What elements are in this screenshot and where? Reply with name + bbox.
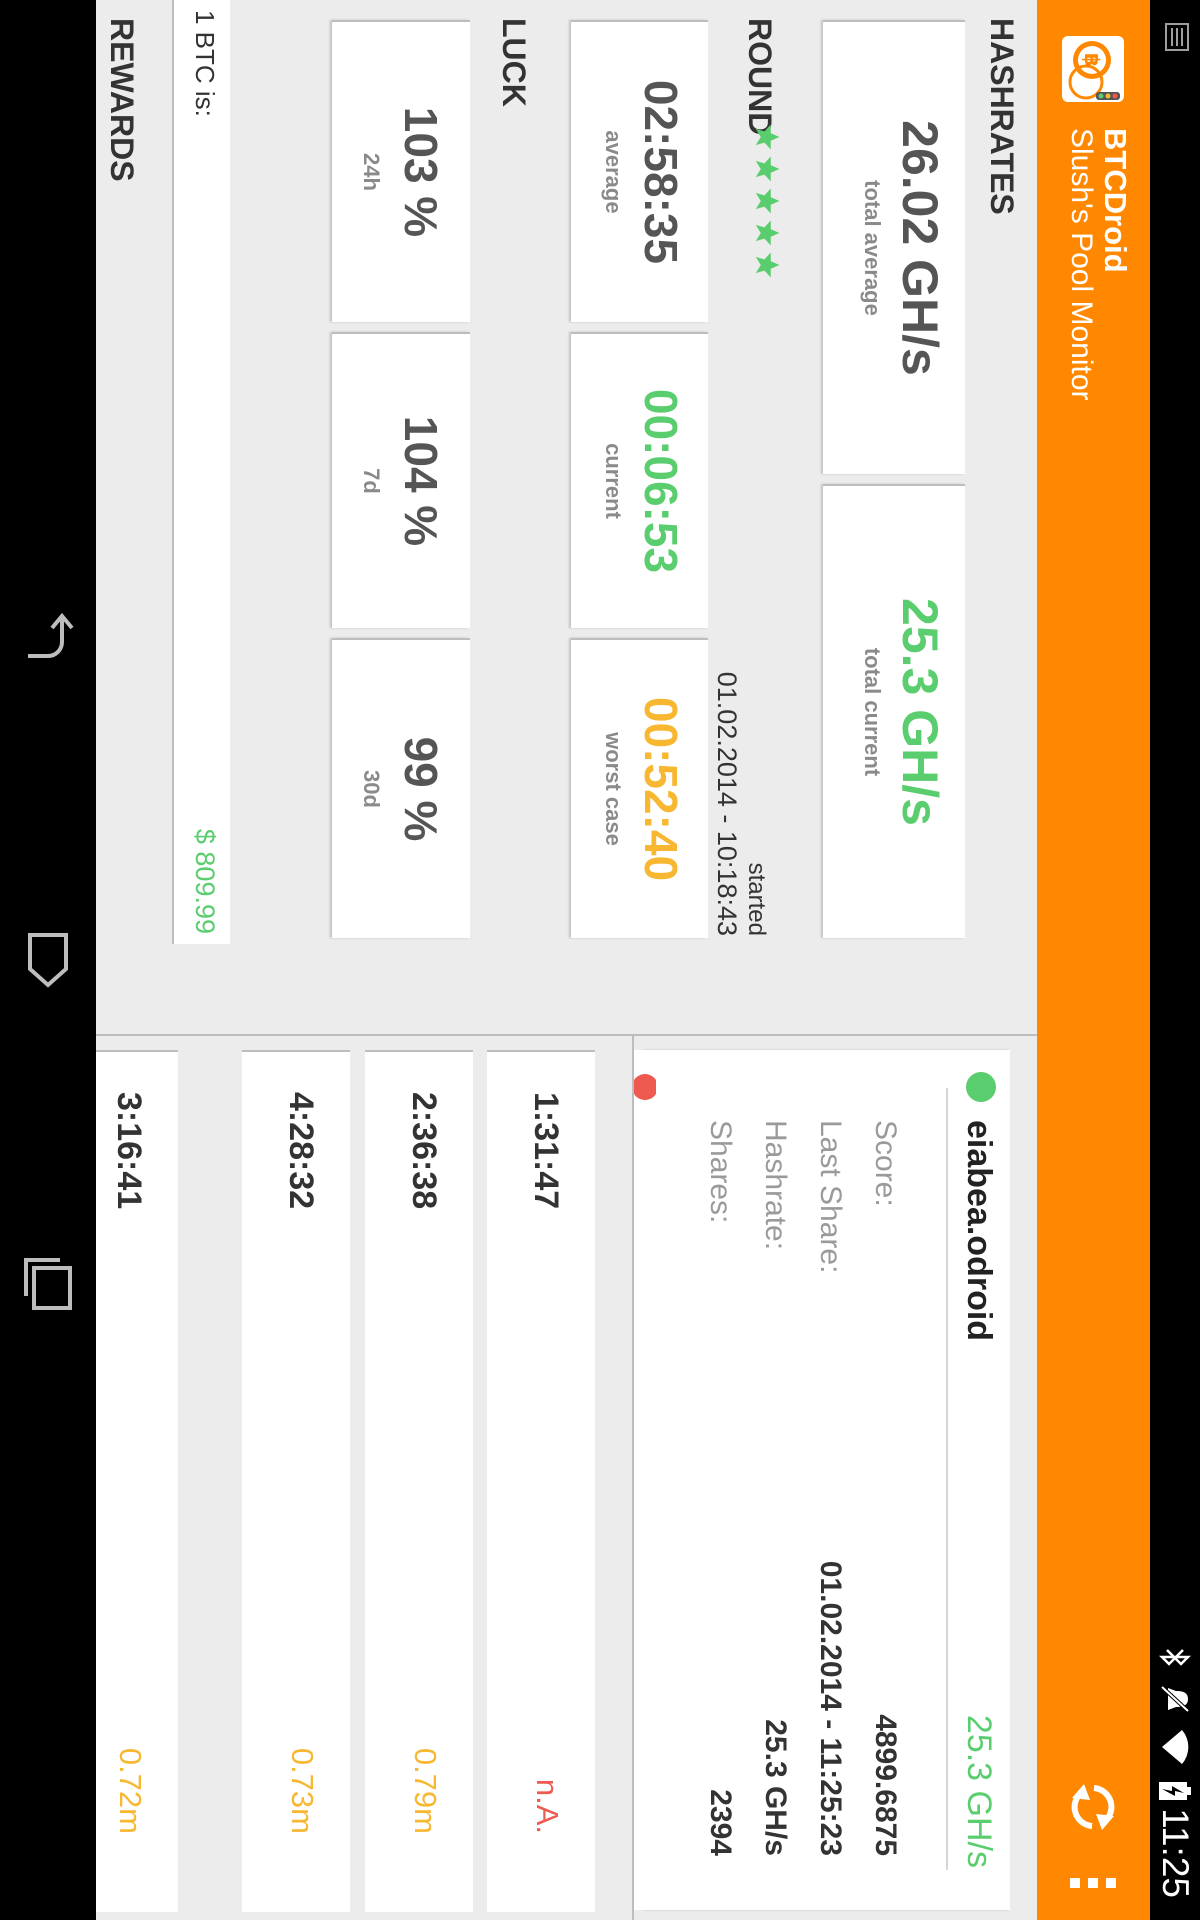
hashrate-current-value: 25.3 GH/s bbox=[892, 598, 948, 826]
hashrate-average-label: total average bbox=[860, 180, 885, 316]
worker-shares-label: Shares: bbox=[704, 1120, 737, 1224]
round-rating bbox=[752, 122, 782, 280]
battery-charging-icon bbox=[1159, 1782, 1191, 1800]
recent-apps-icon[interactable] bbox=[18, 1250, 78, 1320]
bluetooth-icon bbox=[1158, 1649, 1192, 1666]
block-row[interactable]: 4:28:32 0.73m bbox=[242, 1050, 350, 1912]
star-icon bbox=[755, 124, 780, 150]
star-icon bbox=[755, 252, 780, 278]
hashrates-title: HASHRATES bbox=[984, 18, 1020, 215]
overflow-menu-icon[interactable] bbox=[1066, 1876, 1120, 1890]
block-duration: 3:16:41 bbox=[110, 1092, 148, 1210]
app-logo-icon: ฿ bbox=[1062, 36, 1124, 102]
hashrate-average-value: 26.02 GH/s bbox=[892, 120, 948, 376]
app-subtitle: Slush's Pool Monitor bbox=[1065, 128, 1098, 401]
worker-status-icon bbox=[966, 1072, 996, 1102]
mute-icon bbox=[1160, 1685, 1190, 1713]
round-current-card: 00:06:53 current bbox=[571, 332, 708, 628]
btc-price-row: 1 BTC is: $ 809.99 bbox=[172, 0, 230, 944]
block-row[interactable]: 1:31:47 n.A. bbox=[487, 1050, 595, 1912]
round-average-value: 02:58:35 bbox=[635, 79, 687, 265]
refresh-icon[interactable] bbox=[1062, 1776, 1124, 1838]
hashrate-current-card: 25.3 GH/s total current bbox=[823, 484, 965, 938]
home-icon[interactable] bbox=[18, 925, 78, 995]
worker-divider bbox=[946, 1088, 948, 1870]
star-icon bbox=[755, 220, 780, 246]
hashrate-average-card: 26.02 GH/s total average bbox=[823, 20, 965, 474]
round-current-label: current bbox=[601, 443, 626, 519]
btc-price-label: 1 BTC is: bbox=[190, 10, 220, 117]
star-icon bbox=[755, 156, 780, 182]
clock: 11:25 bbox=[1155, 1808, 1196, 1898]
luck-30d-label: 30d bbox=[359, 770, 384, 808]
round-average-label: average bbox=[601, 130, 626, 214]
luck-24h-value: 103 % bbox=[395, 106, 447, 238]
luck-24h-card: 103 % 24h bbox=[332, 20, 470, 322]
luck-30d-value: 99 % bbox=[395, 736, 447, 842]
worker-card-2[interactable] bbox=[634, 1050, 656, 1910]
worker-name: eiabea.odroid bbox=[960, 1120, 998, 1342]
luck-30d-card: 99 % 30d bbox=[332, 638, 470, 938]
round-worst-case-label: worst case bbox=[601, 732, 626, 846]
wifi-icon bbox=[1162, 1730, 1189, 1764]
luck-7d-card: 104 % 7d bbox=[332, 332, 470, 628]
worker-hashrate-label: Hashrate: bbox=[759, 1120, 792, 1251]
round-title: ROUND bbox=[742, 18, 778, 136]
round-started-value: 01.02.2014 - 10:18:43 bbox=[712, 671, 742, 936]
navigation-bar bbox=[0, 0, 96, 1920]
luck-7d-value: 104 % bbox=[395, 415, 447, 547]
back-icon[interactable] bbox=[18, 600, 78, 670]
block-duration: 1:31:47 bbox=[527, 1092, 565, 1210]
block-row[interactable]: 3:16:41 0.72m bbox=[96, 1050, 178, 1912]
app-screen: 11:25 ฿ BTCDroid Slush's Pool Monitor HA… bbox=[0, 0, 1200, 1920]
hashrate-current-label: total current bbox=[860, 647, 885, 777]
worker-last-share-value: 01.02.2014 - 11:25:23 bbox=[814, 1560, 847, 1856]
block-reward: 0.73m bbox=[285, 1747, 320, 1834]
worker-score-label: Score: bbox=[869, 1120, 902, 1207]
app-title: BTCDroid bbox=[1098, 128, 1133, 273]
block-duration: 4:28:32 bbox=[282, 1092, 320, 1210]
btc-price-value: $ 809.99 bbox=[190, 828, 220, 934]
round-worst-case-value: 00:52:40 bbox=[635, 696, 687, 882]
block-row[interactable]: 2:36:38 0.79m bbox=[365, 1050, 473, 1912]
action-bar: ฿ BTCDroid Slush's Pool Monitor bbox=[1037, 0, 1150, 1920]
panel-divider bbox=[96, 1034, 1037, 1036]
round-started-label: started bbox=[743, 862, 770, 936]
block-reward: 0.72m bbox=[113, 1747, 148, 1834]
block-duration: 2:36:38 bbox=[405, 1092, 443, 1210]
block-reward: 0.79m bbox=[408, 1747, 443, 1834]
worker-last-share-label: Last Share: bbox=[814, 1120, 847, 1274]
round-worst-case-card: 00:52:40 worst case bbox=[571, 638, 708, 938]
round-average-card: 02:58:35 average bbox=[571, 20, 708, 322]
block-reward: n.A. bbox=[530, 1778, 565, 1834]
notification-icon bbox=[1165, 23, 1189, 51]
worker-shares-value: 2394 bbox=[704, 1789, 737, 1856]
worker-hashrate-header: 25.3 GH/s bbox=[960, 1714, 998, 1868]
worker-score-value: 4899.6875 bbox=[869, 1714, 902, 1856]
worker-hashrate-value: 25.3 GH/s bbox=[759, 1719, 792, 1856]
round-current-value: 00:06:53 bbox=[635, 388, 687, 574]
luck-24h-label: 24h bbox=[359, 153, 384, 191]
star-icon bbox=[755, 188, 780, 214]
worker-card[interactable]: eiabea.odroid 25.3 GH/s Score: 4899.6875… bbox=[645, 1050, 1010, 1910]
rewards-title: REWARDS bbox=[104, 18, 140, 182]
luck-title: LUCK bbox=[496, 18, 532, 107]
luck-7d-label: 7d bbox=[359, 468, 384, 494]
worker-status-icon bbox=[634, 1074, 656, 1100]
status-bar: 11:25 bbox=[1150, 0, 1200, 1920]
